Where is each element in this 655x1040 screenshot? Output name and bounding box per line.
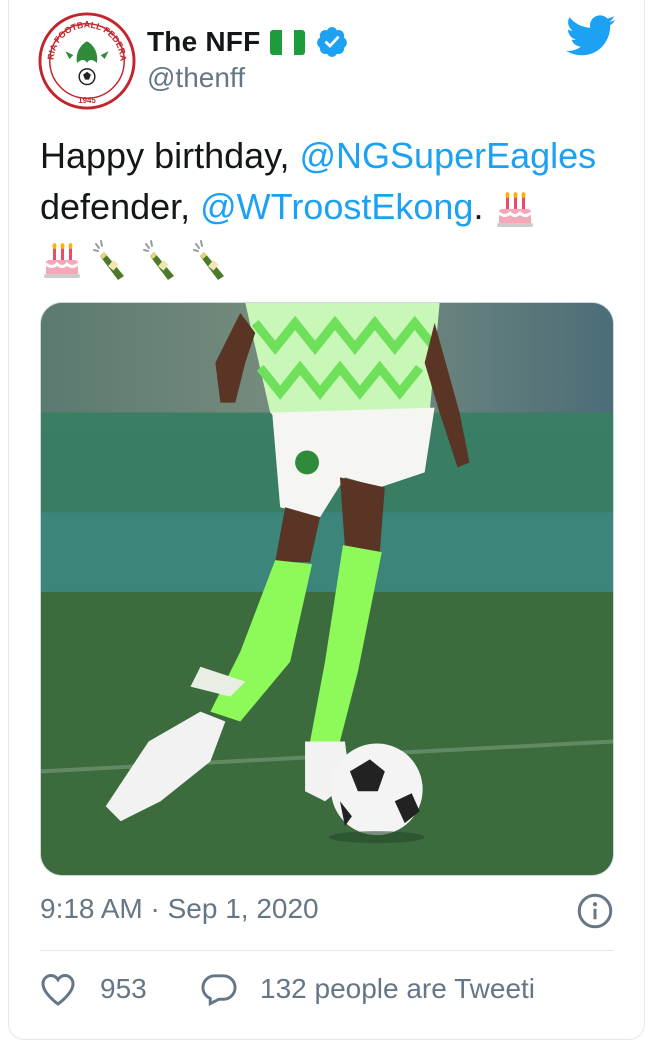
info-icon[interactable] [577, 893, 613, 929]
mention-link[interactable]: @NGSuperEagles [299, 135, 596, 176]
champagne-icon [193, 240, 224, 281]
retweet-people-text[interactable]: 132 people are Tweeti [260, 973, 535, 1005]
birthday-cake-icon [497, 192, 534, 228]
tweet-photo[interactable] [40, 302, 614, 876]
footballer-photo [41, 303, 613, 875]
champagne-icon [93, 240, 124, 281]
mention-link[interactable]: @WTroostEkong [200, 186, 473, 227]
verified-badge-icon [317, 27, 348, 57]
birthday-cake-icon [44, 243, 80, 279]
tweet-text: Happy birthday, @NGSuperEagles defender,… [40, 130, 630, 283]
reply-icon[interactable] [200, 972, 238, 1006]
avatar[interactable]: NIGERIA FOOTBALL FEDERATION 1945 [38, 12, 136, 110]
display-name[interactable]: The NFF [147, 26, 260, 58]
author-handle[interactable]: @thenff [147, 62, 245, 94]
logo-year: 1945 [78, 96, 96, 105]
tweet-timestamp[interactable]: 9:18 AM · Sep 1, 2020 [40, 893, 319, 925]
heart-icon[interactable] [40, 972, 76, 1006]
author-name-row: The NFF [147, 22, 349, 62]
twitter-bird-icon[interactable] [566, 14, 616, 58]
tweet-text-part: defender, [40, 186, 201, 227]
divider [40, 950, 614, 951]
tweet-text-part: . [473, 186, 494, 227]
champagne-icon [143, 240, 174, 281]
like-count: 953 [100, 973, 147, 1004]
nigeria-flag-icon [270, 29, 306, 55]
nff-logo-icon: NIGERIA FOOTBALL FEDERATION 1945 [38, 12, 136, 110]
tweet-text-part: Happy birthday, [40, 135, 300, 176]
